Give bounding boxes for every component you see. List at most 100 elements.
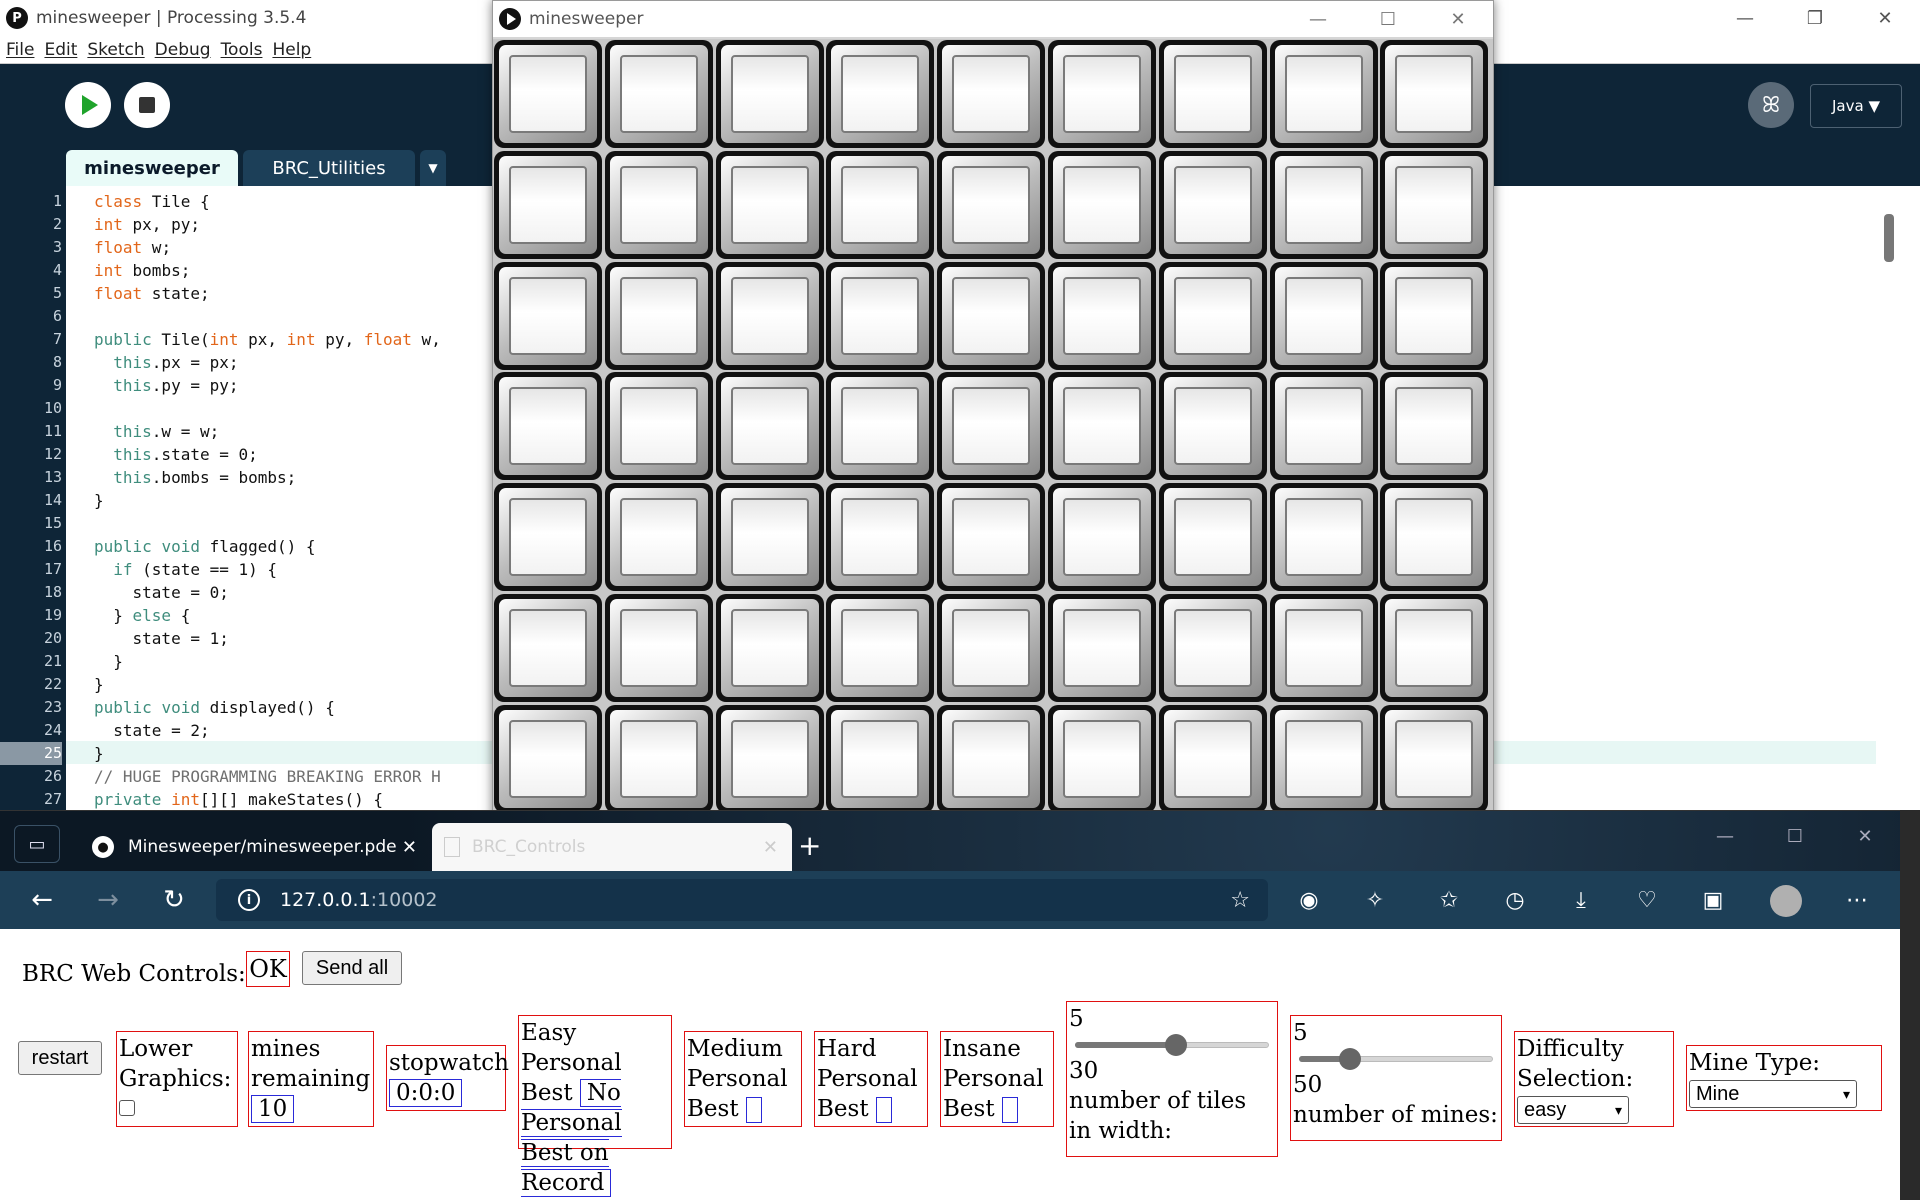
code-line[interactable]: public void flagged() {: [94, 535, 316, 558]
board-tile[interactable]: [604, 372, 713, 481]
board-tile[interactable]: [937, 261, 1046, 370]
board-tile[interactable]: [1158, 40, 1267, 148]
board-tile[interactable]: [1048, 372, 1156, 481]
board-tile[interactable]: [604, 261, 713, 370]
code-line[interactable]: this.px = px;: [94, 351, 238, 374]
board-tile[interactable]: [1380, 150, 1489, 259]
board-tile[interactable]: [937, 704, 1046, 813]
board-tile[interactable]: [604, 150, 713, 259]
tab-minesweeper[interactable]: minesweeper: [66, 150, 238, 186]
send-all-button[interactable]: Send all: [302, 951, 402, 985]
board-tile[interactable]: [826, 704, 935, 813]
run-button[interactable]: [65, 82, 111, 128]
code-line[interactable]: state = 1;: [94, 627, 229, 650]
code-line[interactable]: float state;: [94, 282, 210, 305]
tab-menu-button[interactable]: ▼: [420, 150, 446, 186]
close-tab-icon[interactable]: ✕: [763, 837, 778, 858]
board-tile[interactable]: [1048, 150, 1156, 259]
menu-help[interactable]: Help: [272, 40, 311, 60]
close-tab-icon[interactable]: ✕: [402, 837, 417, 858]
difficulty-select[interactable]: easy ▾: [1517, 1096, 1629, 1124]
code-line[interactable]: public Tile(int px, int py, float w,: [94, 328, 441, 351]
board-tile[interactable]: [1269, 40, 1378, 148]
code-line[interactable]: if (state == 1) {: [94, 558, 277, 581]
board-tile[interactable]: [1380, 261, 1489, 370]
code-line[interactable]: float w;: [94, 236, 171, 259]
board-tile[interactable]: [826, 483, 935, 592]
menu-edit[interactable]: Edit: [44, 40, 77, 60]
menu-file[interactable]: File: [6, 40, 34, 60]
board-tile[interactable]: [604, 704, 713, 813]
code-line[interactable]: } else {: [94, 604, 190, 627]
board-tile[interactable]: [715, 372, 824, 481]
board-tile[interactable]: [1269, 704, 1378, 813]
board-tile[interactable]: [494, 372, 602, 481]
code-line[interactable]: }: [94, 742, 104, 765]
tab-brc-controls[interactable]: BRC_Controls ✕: [432, 823, 792, 871]
editor-scrollbar[interactable]: [1884, 214, 1894, 262]
board-tile[interactable]: [1048, 40, 1156, 148]
board-tile[interactable]: [494, 40, 602, 148]
board-tile[interactable]: [1048, 704, 1156, 813]
board-tile[interactable]: [715, 261, 824, 370]
board-tile[interactable]: [1269, 261, 1378, 370]
downloads-icon[interactable]: ⤓: [1564, 883, 1598, 917]
board-tile[interactable]: [604, 40, 713, 148]
board-tile[interactable]: [715, 483, 824, 592]
tab-github[interactable]: ● Minesweeper/minesweeper.pde ✕: [80, 823, 425, 871]
board-tile[interactable]: [494, 594, 602, 702]
board-tile[interactable]: [1269, 150, 1378, 259]
favorites-icon[interactable]: ✩: [1432, 883, 1466, 917]
board-tile[interactable]: [1158, 483, 1267, 592]
debugger-button[interactable]: ꕤ: [1748, 82, 1794, 128]
board-tile[interactable]: [826, 261, 935, 370]
menu-sketch[interactable]: Sketch: [87, 40, 144, 60]
extension-color-icon[interactable]: ◉: [1292, 883, 1326, 917]
board-tile[interactable]: [1380, 483, 1489, 592]
slider-thumb[interactable]: [1164, 1034, 1187, 1056]
code-line[interactable]: this.py = py;: [94, 374, 238, 397]
code-line[interactable]: // HUGE PROGRAMMING BREAKING ERROR H: [94, 765, 441, 788]
code-line[interactable]: int px, py;: [94, 213, 200, 236]
board-tile[interactable]: [604, 483, 713, 592]
board-tile[interactable]: [937, 483, 1046, 592]
extensions-icon[interactable]: ✧: [1358, 883, 1392, 917]
forward-icon[interactable]: →: [88, 881, 128, 919]
board-tile[interactable]: [826, 594, 935, 702]
tab-brc-utilities[interactable]: BRC_Utilities: [243, 150, 415, 186]
board-tile[interactable]: [715, 40, 824, 148]
board-tile[interactable]: [715, 704, 824, 813]
close-icon[interactable]: ✕: [1423, 1, 1493, 37]
reload-icon[interactable]: ↻: [154, 881, 194, 919]
tab-actions-icon[interactable]: ▭: [14, 825, 60, 863]
board-tile[interactable]: [826, 40, 935, 148]
mines-count-slider[interactable]: [1293, 1048, 1499, 1070]
stop-button[interactable]: [124, 82, 170, 128]
code-line[interactable]: public void displayed() {: [94, 696, 335, 719]
board-tile[interactable]: [1048, 483, 1156, 592]
lower-graphics-checkbox[interactable]: [119, 1100, 135, 1116]
info-icon[interactable]: i: [238, 889, 260, 911]
restart-button[interactable]: restart: [18, 1041, 102, 1075]
tiles-width-slider[interactable]: [1069, 1034, 1275, 1056]
code-line[interactable]: this.w = w;: [94, 420, 219, 443]
history-icon[interactable]: ◷: [1498, 883, 1532, 917]
board-tile[interactable]: [1158, 372, 1267, 481]
board-tile[interactable]: [937, 372, 1046, 481]
board-tile[interactable]: [1380, 704, 1489, 813]
board-tile[interactable]: [715, 594, 824, 702]
code-line[interactable]: private int[][] makeStates() {: [94, 788, 383, 811]
address-bar[interactable]: i 127.0.0.1 :10002 ☆: [216, 879, 1268, 921]
board-tile[interactable]: [494, 483, 602, 592]
board-tile[interactable]: [1380, 40, 1489, 148]
minimize-icon[interactable]: —: [1283, 1, 1353, 37]
board-tile[interactable]: [604, 594, 713, 702]
board-tile[interactable]: [937, 594, 1046, 702]
back-icon[interactable]: ←: [22, 881, 62, 919]
math-solver-icon[interactable]: ▣: [1696, 883, 1730, 917]
board-tile[interactable]: [826, 150, 935, 259]
code-line[interactable]: class Tile {: [94, 190, 210, 213]
board-tile[interactable]: [1158, 704, 1267, 813]
board-tile[interactable]: [1048, 594, 1156, 702]
code-line[interactable]: this.bombs = bombs;: [94, 466, 296, 489]
